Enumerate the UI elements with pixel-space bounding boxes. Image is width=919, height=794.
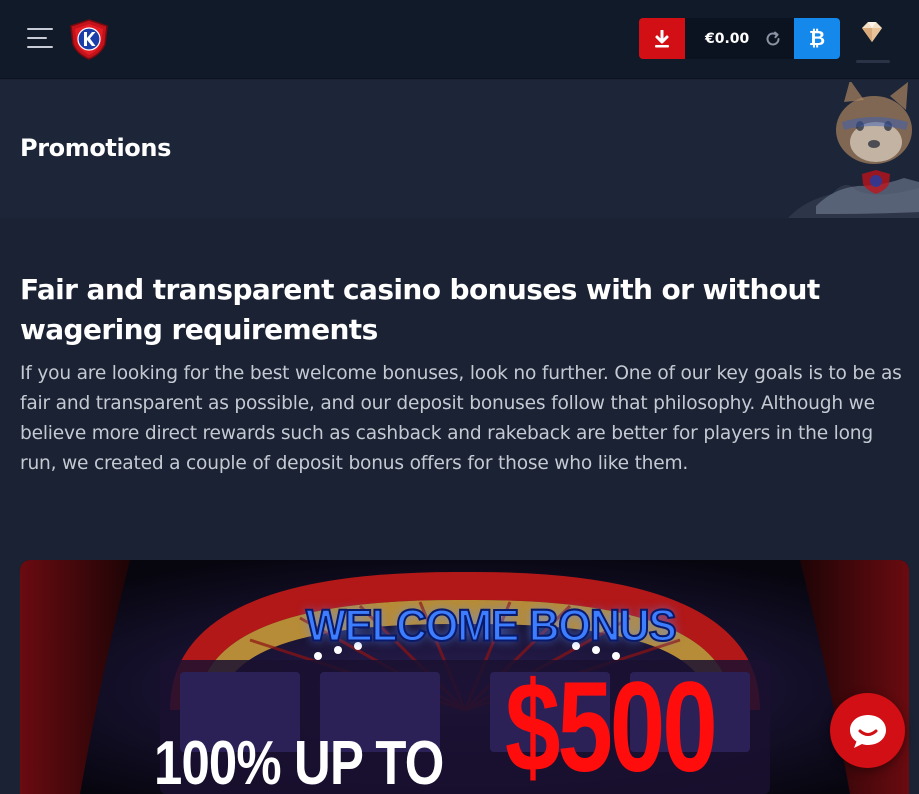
- balance-value: €0.00: [705, 30, 750, 47]
- banner-welcome-text: WELCOME BONUS: [305, 600, 678, 651]
- banner-amount-text: $500: [505, 656, 718, 794]
- crypto-deposit-button[interactable]: ₿: [794, 18, 840, 59]
- page-title: Promotions: [20, 134, 171, 162]
- balance-display[interactable]: €0.00: [685, 18, 794, 59]
- banner-offer-text: 100% UP TO: [154, 729, 444, 794]
- welcome-bonus-banner[interactable]: WELCOME BONUS 100% UP TO $500: [20, 560, 909, 794]
- shiba-mascot-image: [788, 82, 919, 218]
- download-app-button[interactable]: [639, 18, 685, 59]
- live-chat-button[interactable]: [830, 693, 905, 768]
- section-heading: Fair and transparent casino bonuses with…: [20, 273, 820, 346]
- vip-indicator-bar: [856, 60, 890, 63]
- diamond-icon[interactable]: [856, 18, 888, 62]
- refresh-icon[interactable]: [764, 30, 782, 48]
- chat-bubble-icon: [849, 714, 886, 748]
- k-shield-logo-icon[interactable]: [68, 18, 110, 60]
- intro-paragraph: If you are looking for the best welcome …: [20, 363, 902, 474]
- hamburger-menu-icon[interactable]: [27, 28, 53, 48]
- top-bar: €0.00 ₿: [0, 0, 919, 79]
- bitcoin-icon: ₿: [808, 26, 826, 50]
- download-icon: [655, 29, 669, 47]
